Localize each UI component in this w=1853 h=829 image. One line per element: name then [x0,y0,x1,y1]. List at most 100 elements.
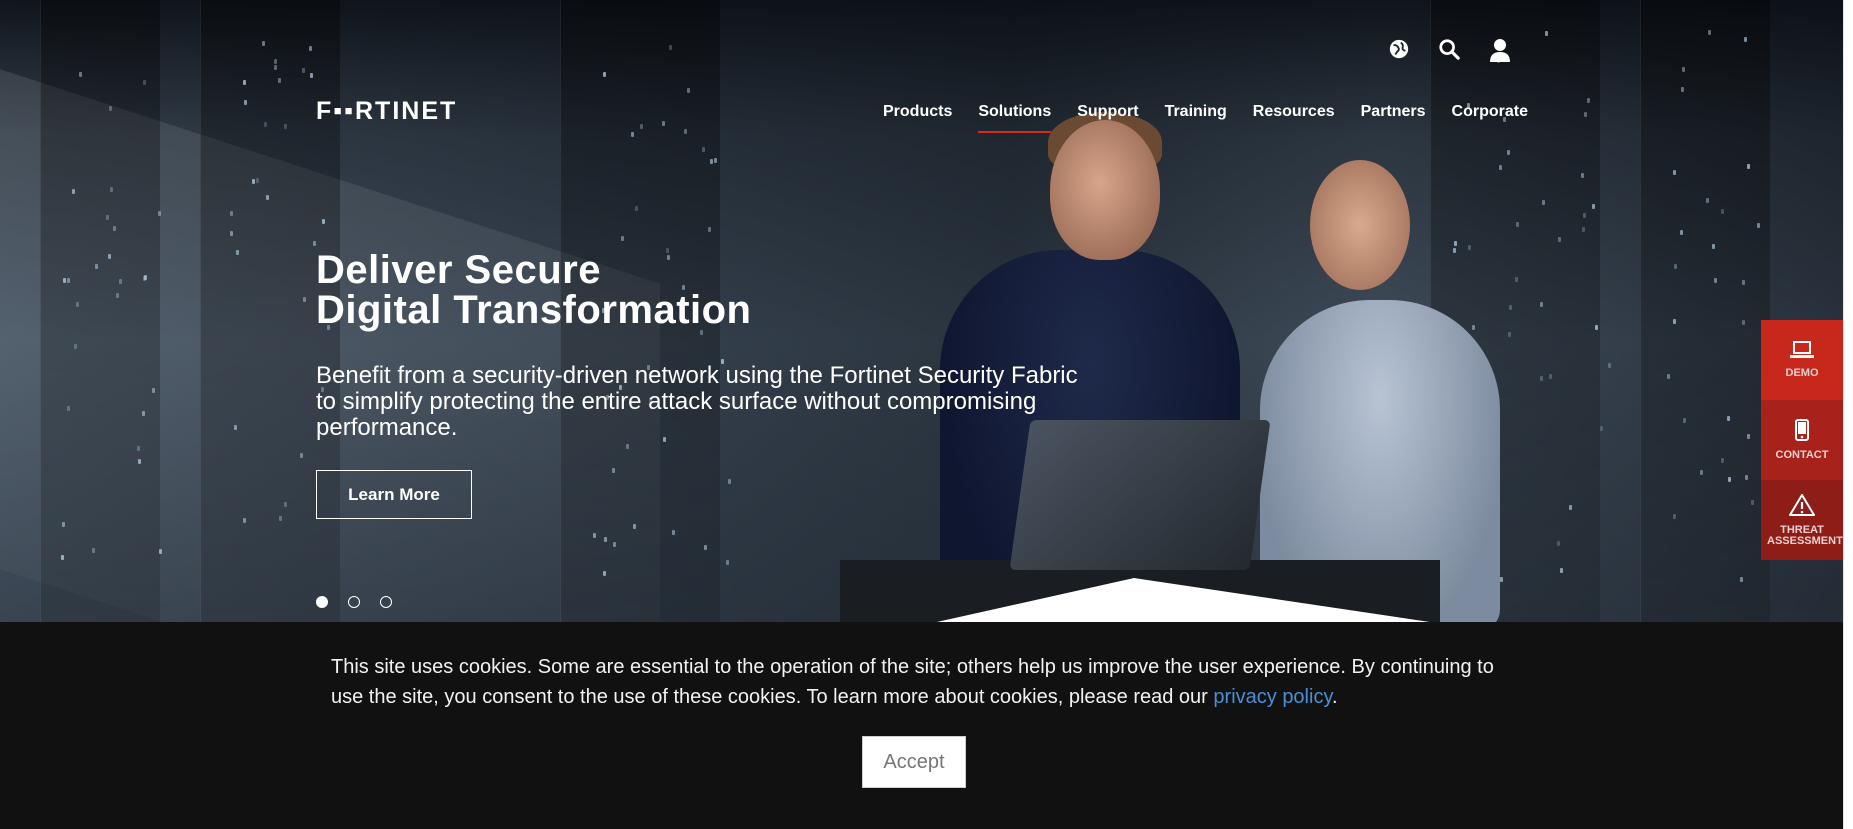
warning-icon [1789,493,1815,519]
server-light [116,293,119,298]
server-light [243,80,246,85]
cookie-banner: This site uses cookies. Some are essenti… [0,622,1843,829]
server-light [95,264,98,269]
server-light [74,344,77,349]
server-light [274,59,277,64]
fortinet-logo[interactable]: F▪▪RTINET [316,97,457,126]
nav-resources[interactable]: Resources [1240,103,1348,133]
server-light [152,388,155,393]
server-light [106,215,109,220]
headline-line-1: Deliver Secure [316,248,601,292]
nav-solutions[interactable]: Solutions [965,103,1064,133]
server-light [1595,325,1598,330]
server-light [635,206,638,211]
server-light [110,187,113,192]
server-light [274,65,277,70]
server-light [633,524,636,529]
server-light [67,278,70,283]
privacy-policy-link[interactable]: privacy policy [1213,686,1332,708]
mobile-icon [1795,419,1809,444]
globe-icon[interactable] [1388,38,1410,60]
server-light [62,522,65,527]
server-light [137,446,140,451]
server-light [1549,374,1552,379]
server-light [234,425,237,430]
server-light [1681,87,1684,92]
server-light [1742,320,1745,325]
server-light [1540,302,1543,307]
server-light [79,72,82,77]
carousel-dot[interactable] [348,596,360,608]
carousel-dot[interactable] [380,596,392,608]
scrollbar[interactable] [1843,0,1853,829]
server-light [704,545,707,550]
server-light [710,159,713,164]
main-nav: Products Solutions Support Training Reso… [870,103,1541,133]
server-light [313,241,316,246]
server-light [278,78,281,83]
server-light [1745,475,1748,480]
server-light [1683,418,1686,423]
server-light [640,124,643,129]
server-light [252,179,255,184]
server-light [1581,173,1584,178]
nav-support[interactable]: Support [1064,103,1151,133]
server-light [230,231,233,236]
photo-shape [1310,160,1410,290]
server-light [1558,237,1561,242]
server-rack [40,0,160,622]
server-light [1680,230,1683,235]
carousel-dot[interactable] [316,596,328,608]
threat-assessment-tab[interactable]: THREAT ASSESSMENT [1761,480,1843,560]
server-light [684,129,687,134]
photo-shape [1050,120,1160,260]
server-light [1747,434,1750,439]
side-tabs: DEMO CONTACT THREAT ASSESSMENT [1761,320,1843,560]
server-light [613,542,616,547]
server-light [284,124,287,129]
nav-products[interactable]: Products [870,103,965,133]
server-light [1542,200,1545,205]
server-light [284,502,287,507]
server-light [1673,170,1676,175]
nav-corporate[interactable]: Corporate [1439,103,1541,133]
server-light [1682,67,1685,72]
contact-tab[interactable]: CONTACT [1761,400,1843,480]
accept-button[interactable]: Accept [862,736,966,788]
server-light [604,537,607,542]
server-light [230,211,233,216]
server-light [322,219,325,224]
server-light [159,549,162,554]
headline-line-2: Digital Transformation [316,288,752,332]
server-light [1540,376,1543,381]
server-light [1706,198,1709,203]
server-light [61,555,64,560]
nav-partners[interactable]: Partners [1348,103,1439,133]
hero-headline: Deliver Secure Digital Transformation [316,250,752,330]
server-light [1744,37,1747,42]
server-light [142,411,145,416]
server-light [714,158,717,163]
nav-training[interactable]: Training [1152,103,1240,133]
demo-tab[interactable]: DEMO [1761,320,1843,400]
server-light [1740,577,1743,582]
server-light [1557,541,1560,546]
server-light [1712,244,1715,249]
server-light [244,100,247,105]
server-light [672,530,675,535]
search-icon[interactable] [1438,38,1460,60]
server-light [1721,209,1724,214]
server-light [593,533,596,538]
server-light [1673,514,1676,519]
server-light [1742,280,1745,285]
cookie-text-end: . [1331,686,1338,708]
server-light [726,560,729,565]
server-light [302,68,305,73]
hero-banner: F▪▪RTINET Products Solutions Support Tra… [0,0,1843,622]
server-light [303,297,306,302]
server-light [310,73,313,78]
user-icon[interactable] [1489,38,1511,62]
server-light [1587,98,1590,103]
server-light [236,250,239,255]
learn-more-button[interactable]: Learn More [316,470,472,519]
